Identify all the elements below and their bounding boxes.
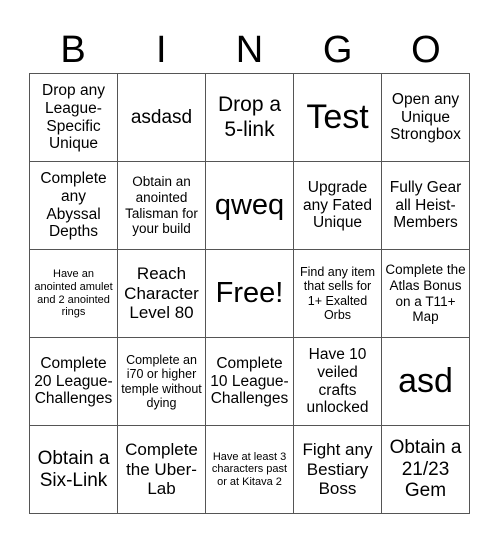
bingo-cell[interactable]: Find any item that sells for 1+ Exalted … [294, 250, 382, 338]
bingo-cell[interactable]: Test [294, 74, 382, 162]
bingo-cell[interactable]: Drop a 5-link [206, 74, 294, 162]
bingo-cell[interactable]: Complete an i70 or higher temple without… [118, 338, 206, 426]
bingo-cell[interactable]: Reach Character Level 80 [118, 250, 206, 338]
bingo-cell[interactable]: Complete any Abyssal Depths [30, 162, 118, 250]
bingo-header: B I N G O [29, 28, 470, 73]
bingo-cell[interactable]: Complete the Atlas Bonus on a T11+ Map [382, 250, 470, 338]
bingo-cell[interactable]: Have at least 3 characters past or at Ki… [206, 426, 294, 514]
bingo-grid: Drop any League-Specific Unique asdasd Dro… [29, 73, 470, 514]
bingo-cell[interactable]: Have an anointed amulet and 2 anointed r… [30, 250, 118, 338]
header-letter-i: I [156, 29, 167, 71]
bingo-cell[interactable]: Fight any Bestiary Boss [294, 426, 382, 514]
header-letter-n: N [235, 29, 264, 71]
bingo-cell[interactable]: Complete 20 League-Challenges [30, 338, 118, 426]
bingo-cell[interactable]: Obtain a Six-Link [30, 426, 118, 514]
header-letter-o: O [411, 29, 441, 71]
bingo-cell[interactable]: Have 10 veiled crafts unlocked [294, 338, 382, 426]
header-letter-g: G [322, 29, 353, 71]
bingo-cell[interactable]: Complete the Uber-Lab [118, 426, 206, 514]
bingo-cell[interactable]: qweq [206, 162, 294, 250]
bingo-cell[interactable]: Fully Gear all Heist-Members [382, 162, 470, 250]
bingo-cell[interactable]: Upgrade any Fated Unique [294, 162, 382, 250]
bingo-cell[interactable]: Complete 10 League-Challenges [206, 338, 294, 426]
bingo-cell[interactable]: Drop any League-Specific Unique [30, 74, 118, 162]
bingo-cell[interactable]: Open any Unique Strongbox [382, 74, 470, 162]
bingo-cell[interactable]: Obtain an anointed Talisman for your bui… [118, 162, 206, 250]
free-space-cell[interactable]: Free! [206, 250, 294, 338]
bingo-cell[interactable]: Obtain a 21/23 Gem [382, 426, 470, 514]
header-letter-b: B [60, 29, 86, 71]
bingo-cell[interactable]: asdasd [118, 74, 206, 162]
bingo-cell[interactable]: asd [382, 338, 470, 426]
